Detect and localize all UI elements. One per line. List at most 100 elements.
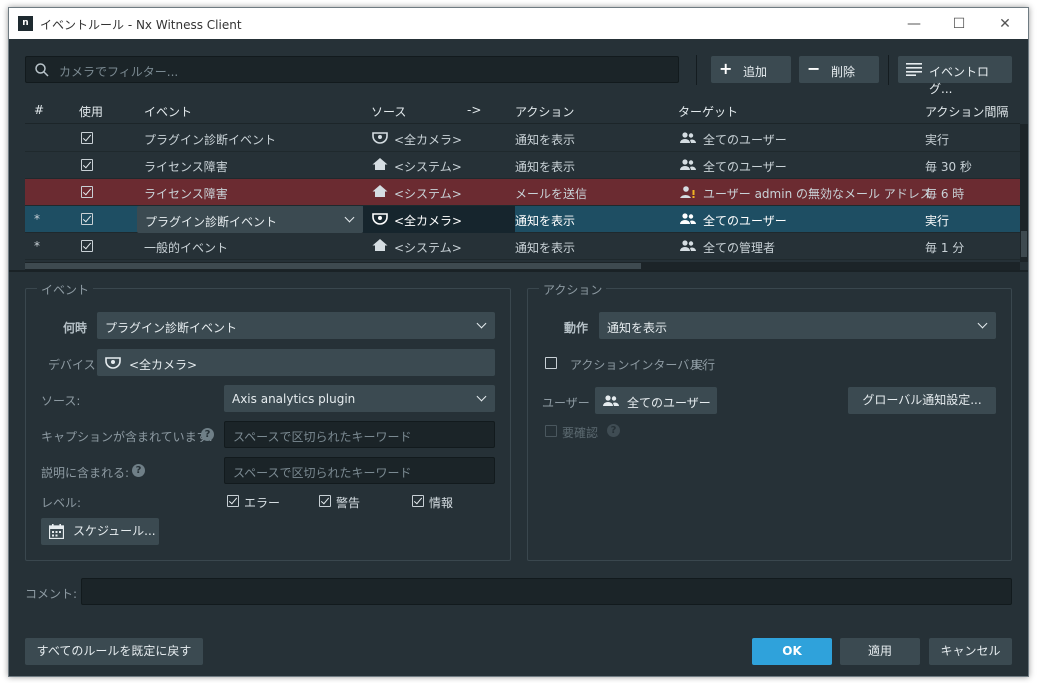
chevron-down-icon xyxy=(977,318,988,329)
row-target: ユーザー admin の無効なメール アドレス xyxy=(703,187,932,201)
rule-enabled-checkbox[interactable] xyxy=(81,186,93,198)
table-row[interactable]: * 一般的イベント <システム> 通知を表示 全ての管理者 毎 1 分 xyxy=(25,233,1020,260)
delete-rule-button[interactable]: − 削除 xyxy=(799,56,879,83)
level-warning-checkbox[interactable] xyxy=(319,495,331,507)
column-header-action[interactable]: アクション xyxy=(515,103,574,120)
help-icon[interactable]: ? xyxy=(607,424,620,437)
table-row[interactable]: プラグイン診断イベント <全カメラ> 通知を表示 全てのユーザー 実行 xyxy=(25,125,1020,152)
caption-label: キャプションが含まれています: xyxy=(41,430,213,444)
comment-label: コメント: xyxy=(25,587,78,601)
action-interval-label: アクションインターバル: xyxy=(570,358,706,372)
require-confirmation-checkbox[interactable] xyxy=(545,425,557,437)
column-header-target[interactable]: ターゲット xyxy=(678,103,738,120)
title-bar: n イベントルール - Nx Witness Client — ☐ ✕ xyxy=(9,8,1028,39)
level-warning-label: 警告 xyxy=(336,496,361,510)
rule-enabled-checkbox[interactable] xyxy=(81,132,93,144)
table-horizontal-scrollbar[interactable] xyxy=(25,262,1020,270)
table-row[interactable]: * プラグイン診断イベント <全カメラ> 通知を表示 全てのユーザー 実行 xyxy=(25,206,1020,233)
reset-all-rules-button[interactable]: すべてのルールを既定に戻す xyxy=(25,638,203,665)
row-source: <全カメラ> xyxy=(394,214,463,228)
level-label: レベル: xyxy=(41,496,82,510)
schedule-button[interactable]: スケジュール... xyxy=(41,518,159,545)
user-value: 全てのユーザー xyxy=(627,396,711,410)
user-selector-button[interactable]: 全てのユーザー xyxy=(595,387,717,414)
camera-icon xyxy=(105,357,121,369)
action-interval-checkbox[interactable] xyxy=(545,357,557,369)
column-header-event[interactable]: イベント xyxy=(144,103,192,120)
users-icon xyxy=(680,213,696,224)
level-error-label: エラー xyxy=(244,496,281,510)
row-event: プラグイン診断イベント xyxy=(144,133,277,147)
table-row[interactable]: ライセンス障害 <システム> 通知を表示 全てのユーザー 毎 30 秒 xyxy=(25,152,1020,179)
window-title: イベントルール - Nx Witness Client xyxy=(40,18,242,32)
row-target: 全てのユーザー xyxy=(703,160,787,174)
panel-divider xyxy=(9,270,1028,272)
table-vertical-scrollbar[interactable] xyxy=(1020,124,1028,262)
list-icon xyxy=(906,63,922,76)
scrollbar-thumb[interactable] xyxy=(25,263,641,269)
caption-keywords-input[interactable]: スペースで区切られたキーワード xyxy=(224,421,495,448)
row-action: メールを送信 xyxy=(515,187,588,201)
search-placeholder: カメラでフィルター... xyxy=(59,65,179,79)
cancel-button[interactable]: キャンセル xyxy=(929,638,1012,665)
level-error-checkbox[interactable] xyxy=(227,495,239,507)
column-header-arrow: -> xyxy=(467,103,482,117)
level-info-checkbox[interactable] xyxy=(412,495,424,507)
action-group-title: アクション xyxy=(539,281,607,298)
event-type-dropdown[interactable]: プラグイン診断イベント xyxy=(97,312,495,339)
scrollbar-thumb[interactable] xyxy=(1021,231,1027,257)
description-placeholder: スペースで区切られたキーワード xyxy=(233,466,412,480)
row-event-combo[interactable]: プラグイン診断イベント xyxy=(137,206,363,233)
comment-input[interactable] xyxy=(81,578,1012,605)
column-header-interval[interactable]: アクション間隔 xyxy=(925,103,1008,120)
help-icon[interactable]: ? xyxy=(132,464,145,477)
row-event: ライセンス障害 xyxy=(144,187,228,201)
help-icon[interactable]: ? xyxy=(201,428,214,441)
users-icon xyxy=(603,395,619,406)
app-logo-icon: n xyxy=(18,16,33,31)
rule-enabled-checkbox[interactable] xyxy=(81,159,93,171)
row-number: * xyxy=(34,239,40,253)
add-rule-button[interactable]: + 追加 xyxy=(711,56,791,83)
toolbar-separator xyxy=(696,55,697,85)
action-type-dropdown[interactable]: 通知を表示 xyxy=(599,312,996,339)
action-type-label: 動作 xyxy=(564,321,589,335)
chevron-down-icon xyxy=(476,391,487,402)
table-header: # 使用 イベント ソース -> アクション ターゲット アクション間隔 xyxy=(25,96,1020,124)
close-button[interactable]: ✕ xyxy=(987,12,1023,36)
device-selector-button[interactable]: <全カメラ> xyxy=(97,349,495,376)
column-header-use[interactable]: 使用 xyxy=(79,103,103,120)
column-header-source[interactable]: ソース xyxy=(371,103,406,120)
row-interval: 毎 30 秒 xyxy=(925,160,972,174)
require-confirmation-label: 要確認 xyxy=(562,426,599,440)
apply-button[interactable]: 適用 xyxy=(840,638,920,665)
minus-icon: − xyxy=(807,59,821,78)
row-event: 一般的イベント xyxy=(144,241,229,255)
ok-button[interactable]: OK xyxy=(752,638,832,665)
description-keywords-input[interactable]: スペースで区切られたキーワード xyxy=(224,457,495,484)
rule-enabled-checkbox[interactable] xyxy=(81,240,93,252)
row-source: <システム> xyxy=(394,160,462,174)
row-action: 通知を表示 xyxy=(515,241,576,255)
users-icon xyxy=(680,159,696,170)
rule-enabled-checkbox[interactable] xyxy=(81,213,93,225)
chevron-down-icon xyxy=(476,318,487,329)
column-header-number[interactable]: # xyxy=(34,103,44,117)
system-home-icon xyxy=(372,158,388,170)
event-type-value: プラグイン診断イベント xyxy=(105,321,238,335)
event-log-button[interactable]: イベントログ... xyxy=(898,56,1012,96)
level-info-label: 情報 xyxy=(429,496,454,510)
row-interval: 実行 xyxy=(925,133,950,147)
table-row[interactable]: ライセンス障害 <システム> メールを送信 ユーザー admin の無効なメール… xyxy=(25,179,1020,206)
source-dropdown[interactable]: Axis analytics plugin xyxy=(224,385,495,412)
dialog-content: カメラでフィルター... + 追加 − 削除 イベントログ... # 使用 イベ… xyxy=(9,39,1028,676)
toolbar-separator xyxy=(888,55,889,85)
source-value: Axis analytics plugin xyxy=(232,392,356,406)
minimize-button[interactable]: — xyxy=(896,12,932,36)
maximize-button[interactable]: ☐ xyxy=(941,12,977,36)
global-notification-settings-button[interactable]: グローバル通知設定... xyxy=(848,387,996,414)
row-target: 全てのユーザー xyxy=(703,214,787,228)
camera-filter-input[interactable]: カメラでフィルター... xyxy=(25,56,679,83)
event-log-label: イベントログ... xyxy=(929,65,990,96)
add-rule-label: 追加 xyxy=(743,65,768,79)
